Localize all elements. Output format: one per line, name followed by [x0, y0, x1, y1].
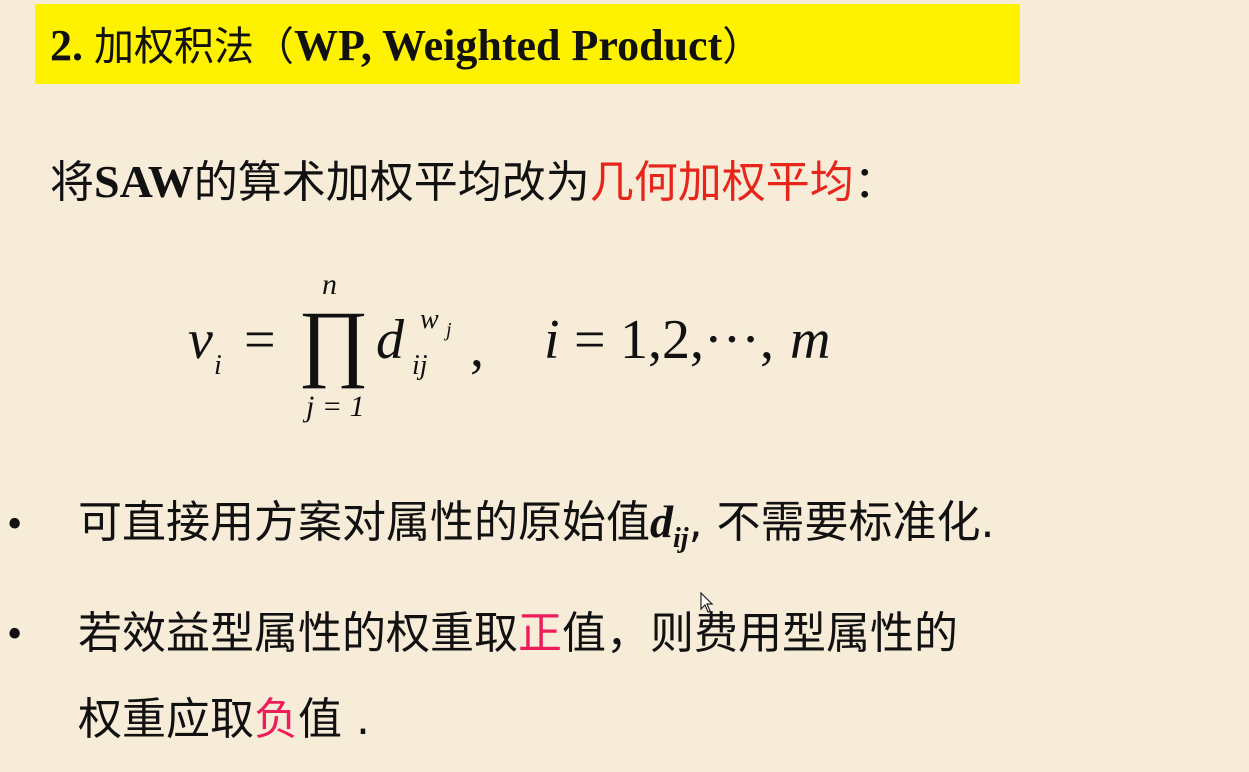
bullet-2-line2-pre: 权重应取 [78, 694, 254, 745]
title-close-paren: ） [722, 24, 763, 70]
bullet-marker-2: • [4, 615, 26, 656]
formula-index-end: m [790, 309, 831, 371]
bullet-2-line-2: 权重应取负值 . [78, 690, 370, 750]
formula-exponent: w [420, 304, 439, 335]
bullet-2-line2-highlight: 负 [254, 694, 298, 745]
formula-index-eq: = [574, 309, 606, 371]
formula-index-range: 1,2,···, [620, 309, 774, 371]
bullet-2-post: 值，则费用型属性的 [562, 608, 958, 659]
title-open-paren: （ [254, 24, 294, 70]
bullet-1-text: 可直接用方案对属性的原始值dij, 不需要标准化. [78, 492, 995, 569]
bullet-1-var-base: d [650, 496, 673, 547]
intro-pre: 将 [50, 157, 94, 208]
formula-upper-limit: n [322, 268, 337, 301]
bullet-1-pre: 可直接用方案对属性的原始值 [78, 497, 650, 548]
bullet-marker-1: • [4, 505, 26, 546]
intro-colon: ： [853, 157, 898, 208]
formula-lower-limit: j = 1 [306, 390, 365, 423]
formula-comma: , [470, 317, 484, 379]
bullet-2-line-1: 若效益型属性的权重取正值，则费用型属性的 [78, 604, 958, 664]
bullet-2-pre: 若效益型属性的权重取 [78, 608, 518, 659]
intro-line: 将SAW的算术加权平均改为几何加权平均： [50, 152, 898, 213]
formula-lhs-sub: i [214, 350, 222, 381]
bullet-2-line2-post: 值 . [298, 694, 370, 745]
formula-lhs-var: v [188, 309, 213, 371]
intro-highlight: 几何加权平均 [589, 157, 854, 208]
bullet-1-var: dij [650, 496, 689, 554]
slide-title: 2. 加权积法（WP, Weighted Product） [50, 16, 762, 77]
bullet-1-post: , 不需要标准化. [688, 497, 995, 548]
intro-abbr: SAW [94, 156, 194, 207]
bullet-2-highlight: 正 [518, 608, 562, 659]
title-number: 2. [50, 21, 83, 70]
mouse-cursor-icon [700, 592, 714, 613]
formula-index-var: i [544, 309, 560, 371]
formula-base-sub: ij [412, 350, 428, 381]
bullet-1-var-sub: ij [673, 523, 689, 554]
formula-product-symbol: ∏ [298, 293, 369, 389]
formula-equals: = [244, 309, 276, 371]
formula-exponent-sub: j [446, 319, 452, 341]
title-en: WP, Weighted Product [294, 21, 723, 70]
formula-base: d [376, 309, 404, 371]
intro-mid: 的算术加权平均改为 [193, 157, 590, 208]
title-cn: 加权积法 [94, 24, 254, 70]
